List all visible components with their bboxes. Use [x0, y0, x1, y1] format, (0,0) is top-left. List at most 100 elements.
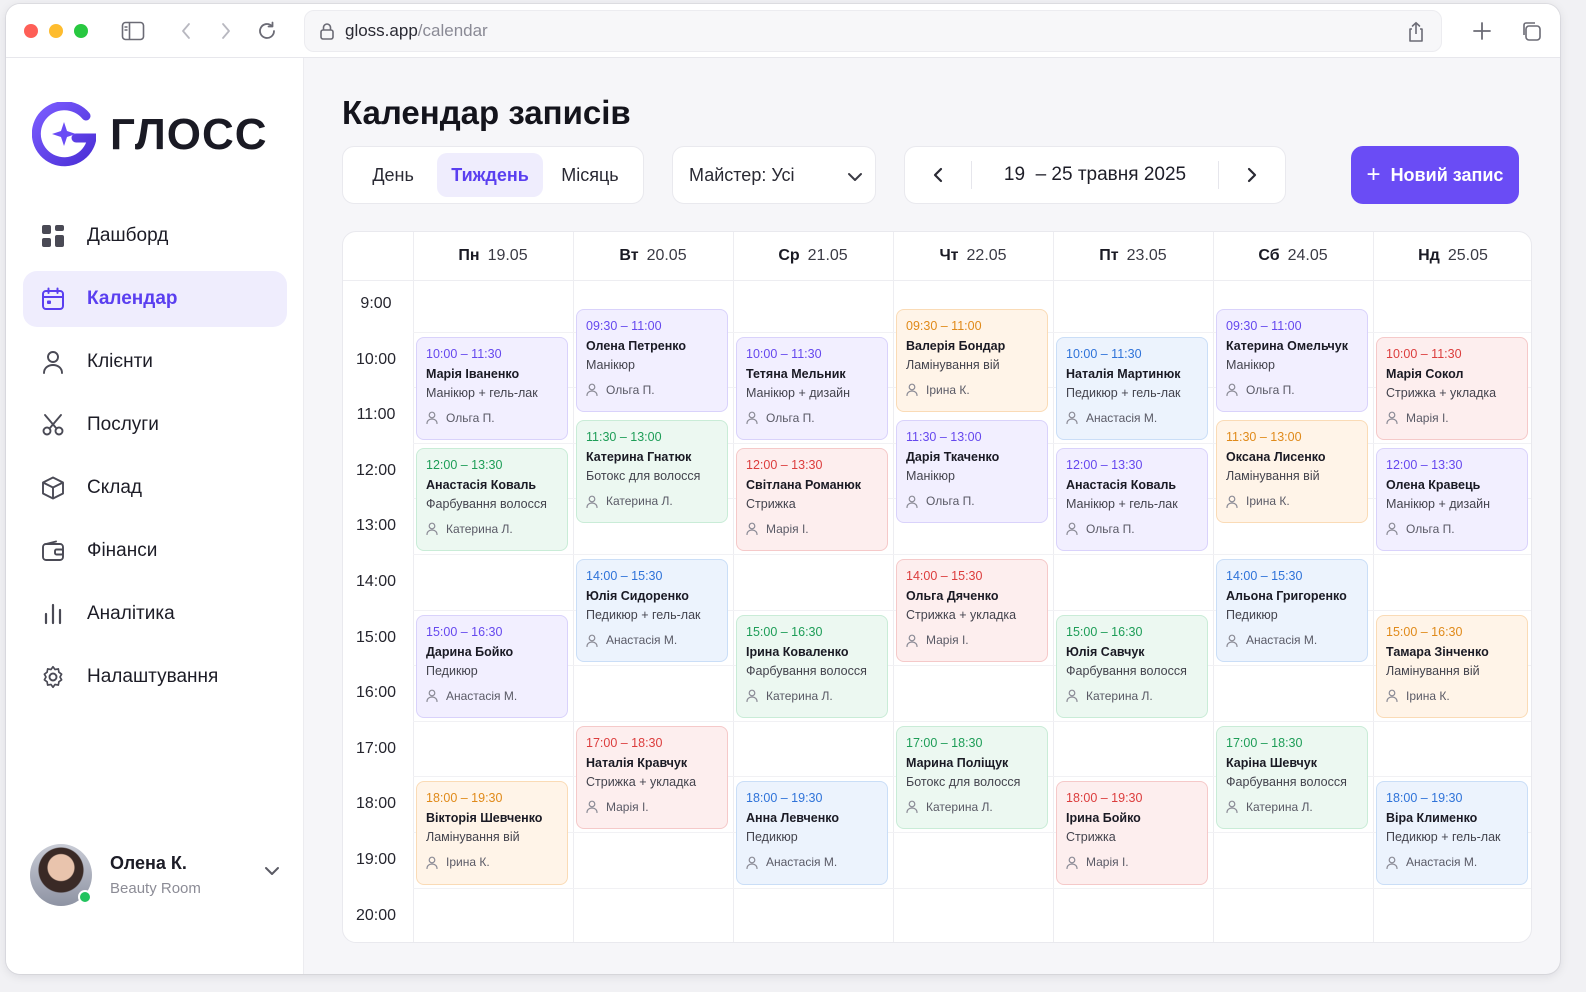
address-bar[interactable]: gloss.app/calendar — [304, 10, 1442, 52]
day-header[interactable]: Ср 21.05 — [733, 232, 893, 280]
sidebar-item-clients[interactable]: Клієнти — [23, 334, 287, 390]
back-icon[interactable] — [176, 19, 196, 43]
sidebar-item-dashboard[interactable]: Дашборд — [23, 208, 287, 264]
appointment-card[interactable]: 12:00 – 13:30 Світлана Романюк Стрижка Марі… — [736, 447, 888, 552]
appointment-card[interactable]: 14:00 – 15:30 Ольга Дяченко Стрижка + укла… — [896, 559, 1048, 663]
appointment-card[interactable]: 11:30 – 13:00 Оксана Лисенко Ламінування в… — [1216, 420, 1368, 524]
new-appointment-label: Новий запис — [1390, 164, 1504, 185]
forward-icon[interactable] — [216, 19, 236, 43]
appointment-service: Стрижка + укладка — [906, 608, 1017, 622]
appointment-card[interactable]: 10:00 – 11:30 Марія Сокол Стрижка + укладк… — [1376, 336, 1528, 440]
appointment-card[interactable]: 12:00 – 13:30 Олена Кравець Манікюр + диза… — [1376, 447, 1528, 552]
day-header[interactable]: Пн 19.05 — [413, 232, 573, 280]
appointment-time: 12:00 – 13:30 — [426, 457, 503, 472]
master-name: Анастасія М. — [1086, 410, 1158, 425]
sidebar-item-services[interactable]: Послуги — [23, 397, 287, 453]
master-name: Анастасія М. — [1406, 855, 1478, 870]
appointment-card[interactable]: 10:00 – 11:30 Тетяна Мельник Манікюр + диз… — [736, 336, 888, 440]
appointment-master: Марія І. — [1386, 410, 1518, 426]
day-header[interactable]: Чт 22.05 — [893, 232, 1053, 280]
sidebar-item-stock[interactable]: Склад — [23, 460, 287, 516]
appointment-card[interactable]: 11:30 – 13:00 Катерина Гнатюк Ботокс для в… — [576, 420, 728, 524]
appointment-master: Анастасія М. — [426, 688, 558, 704]
appointment-card[interactable]: 11:30 – 13:00 Дарія Ткаченко Манікюр Ольга … — [896, 420, 1048, 524]
calendar-header-divider — [343, 280, 1531, 281]
close-window-button[interactable] — [24, 24, 38, 38]
master-name: Анастасія М. — [446, 688, 518, 703]
sidebar-item-label: Клієнти — [87, 351, 153, 372]
day-header[interactable]: Сб 24.05 — [1213, 232, 1373, 280]
master-name: Марія І. — [1086, 855, 1129, 870]
user-profile[interactable]: Олена К. Beauty Room — [30, 840, 280, 910]
hour-label: 19:00 — [355, 851, 397, 868]
url-path: /calendar — [417, 21, 488, 40]
day-name: Нд — [1418, 247, 1440, 264]
user-icon — [586, 634, 606, 647]
appointment-client: Катерина Гнатюк — [586, 450, 692, 464]
day-header[interactable]: Нд 25.05 — [1373, 232, 1531, 280]
appointment-card[interactable]: 18:00 – 19:30 Анна Левченко Педикюр Анастас… — [736, 781, 888, 885]
sidebar-toggle-icon[interactable] — [120, 19, 146, 43]
chevron-down-icon[interactable] — [264, 866, 280, 876]
brand-logo[interactable]: ГЛОСС — [32, 102, 268, 168]
tab-week[interactable]: Тиждень — [437, 153, 543, 197]
maximize-window-button[interactable] — [74, 24, 88, 38]
appointment-service: Стрижка + укладка — [586, 774, 697, 789]
appointment-card[interactable]: 10:00 – 11:30 Марія Іваненко Манікюр + гел… — [416, 336, 568, 440]
appointment-master: Марія І. — [1066, 854, 1198, 870]
appointment-card[interactable]: 14:00 – 15:30 Юлія Сидоренко Педикюр + гел… — [576, 559, 728, 663]
appointment-service: Педикюр + гель-лак — [1386, 830, 1501, 845]
new-appointment-button[interactable]: + Новий запис — [1351, 146, 1519, 204]
user-icon — [746, 689, 766, 703]
appointment-card[interactable]: 18:00 – 19:30 Вікторія Шевченко Ламінуванн… — [416, 781, 568, 885]
appointment-card[interactable]: 14:00 – 15:30 Альона Григоренко Педикюр Ана… — [1216, 559, 1368, 663]
week-calendar: Пн 19.05 Вт 20.05 Ср 21.05 Чт 22.05 Пт 23.05 Сб 24.… — [342, 231, 1532, 943]
minimize-window-button[interactable] — [49, 24, 63, 38]
appointment-master: Ірина К. — [906, 382, 1038, 398]
appointment-client: Каріна Шевчук — [1226, 755, 1318, 770]
appointment-card[interactable]: 17:00 – 18:30 Каріна Шевчук Фарбування вол… — [1216, 725, 1368, 830]
appointment-card[interactable]: 18:00 – 19:30 Віра Клименко Педикюр + гель… — [1376, 781, 1528, 885]
appointment-master: Ольга П. — [1386, 521, 1518, 537]
tabs-overview-icon[interactable] — [1518, 18, 1544, 44]
next-week-button[interactable] — [1219, 147, 1285, 203]
master-name: Катерина Л. — [1086, 688, 1153, 703]
appointment-card[interactable]: 09:30 – 11:00 Катерина Омельчук Манікюр Оль… — [1216, 308, 1368, 413]
appointment-card[interactable]: 15:00 – 16:30 Дарина Бойко Педикюр Анастасі… — [416, 614, 568, 718]
appointment-card[interactable]: 10:00 – 11:30 Наталія Мартинюк Педикюр + г… — [1056, 336, 1208, 440]
sidebar-item-calendar[interactable]: Календар — [23, 271, 287, 327]
user-icon — [1226, 634, 1246, 647]
appointment-time: 18:00 – 19:30 — [426, 791, 503, 806]
appointment-card[interactable]: 09:30 – 11:00 Валерія Бондар Ламінування в… — [896, 308, 1048, 413]
new-tab-icon[interactable] — [1470, 19, 1494, 43]
appointment-card[interactable]: 15:00 – 16:30 Ірина Коваленко Фарбування в… — [736, 614, 888, 718]
browser-toolbar: gloss.app/calendar — [6, 4, 1560, 58]
appointment-client: Марія Сокол — [1386, 366, 1464, 381]
day-header[interactable]: Пт 23.05 — [1053, 232, 1213, 280]
sidebar-item-label: Послуги — [87, 414, 159, 435]
appointment-time: 18:00 – 19:30 — [1386, 791, 1463, 806]
tab-day[interactable]: День — [349, 153, 437, 197]
reload-icon[interactable] — [254, 18, 280, 44]
appointment-card[interactable]: 12:00 – 13:30 Анастасія Коваль Фарбування … — [416, 447, 568, 552]
tab-month[interactable]: Місяць — [543, 153, 637, 197]
appointment-card[interactable]: 17:00 – 18:30 Марина Поліщук Ботокс для во… — [896, 725, 1048, 830]
appointment-card[interactable]: 09:30 – 11:00 Олена Петренко Манікюр Ольга … — [576, 308, 728, 413]
sidebar-item-analytics[interactable]: Аналітика — [23, 586, 287, 642]
prev-week-button[interactable] — [905, 147, 971, 203]
day-header[interactable]: Вт 20.05 — [573, 232, 733, 280]
appointment-service: Ботокс для волосся — [586, 469, 701, 483]
appointment-card[interactable]: 15:00 – 16:30 Тамара Зінченко Ламінування … — [1376, 614, 1528, 718]
appointment-card[interactable]: 18:00 – 19:30 Ірина Бойко Стрижка Марія І. — [1056, 781, 1208, 885]
master-filter-dropdown[interactable]: Майстер: Усі — [672, 146, 876, 204]
appointment-service: Ламінування вій — [426, 830, 520, 845]
calendar-icon — [39, 285, 67, 313]
sidebar-item-settings[interactable]: Налаштування — [23, 649, 287, 705]
appointment-master: Ольга П. — [746, 410, 878, 426]
appointment-card[interactable]: 12:00 – 13:30 Анастасія Коваль Манікюр + г… — [1056, 447, 1208, 552]
day-column-divider — [733, 232, 734, 942]
share-icon[interactable] — [1407, 21, 1425, 43]
appointment-card[interactable]: 15:00 – 16:30 Юлія Савчук Фарбування волос… — [1056, 614, 1208, 718]
sidebar-item-finance[interactable]: Фінанси — [23, 523, 287, 579]
appointment-card[interactable]: 17:00 – 18:30 Наталія Кравчук Стрижка + ук… — [576, 725, 728, 830]
